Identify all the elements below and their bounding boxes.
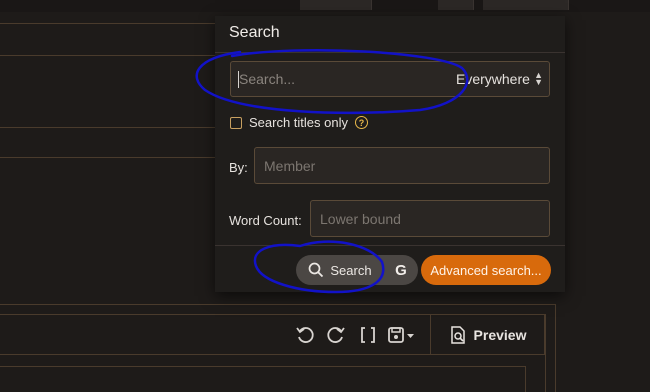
divider (0, 157, 215, 158)
editor-toolbar-border (0, 354, 545, 355)
undo-icon[interactable] (293, 322, 317, 348)
divider (215, 245, 565, 246)
titles-only-option[interactable]: Search titles only ? (230, 115, 368, 130)
search-dropdown: Search Search... Everywhere ▲ ▼ Search ti… (215, 16, 565, 292)
top-toolbar-tab[interactable] (438, 0, 474, 10)
toggle-bbcode-icon[interactable] (356, 322, 380, 348)
advanced-search-label: Advanced search... (430, 262, 542, 278)
editor-toolbar-border (545, 314, 546, 392)
word-count-label: Word Count: (229, 213, 302, 228)
advanced-search-button[interactable]: Advanced search... (421, 255, 551, 285)
preview-button[interactable]: Preview (430, 315, 545, 354)
search-scope-select[interactable]: Everywhere ▲ ▼ (446, 62, 549, 96)
by-label: By: (229, 160, 248, 175)
member-field[interactable]: Member (254, 147, 550, 184)
top-toolbar-tab[interactable] (483, 0, 569, 10)
preview-icon (450, 325, 465, 344)
search-input-placeholder: Search... (239, 71, 296, 87)
editor-content-border (0, 366, 525, 367)
divider (555, 304, 556, 392)
search-input[interactable]: Search... Everywhere ▲ ▼ (230, 61, 550, 97)
google-search-button[interactable]: G (384, 255, 418, 285)
editor-content-border (525, 366, 526, 392)
divider (0, 55, 215, 56)
top-toolbar-tab[interactable] (300, 0, 372, 10)
titles-only-checkbox[interactable] (230, 116, 242, 129)
word-count-lower-field[interactable]: Lower bound (310, 200, 550, 237)
redo-icon[interactable] (324, 322, 348, 348)
drafts-menu-icon[interactable] (386, 322, 418, 348)
preview-label: Preview (473, 326, 527, 343)
search-button-label: Search (330, 262, 372, 278)
search-scope-value: Everywhere (456, 71, 530, 87)
text-cursor (238, 71, 239, 88)
divider (0, 304, 555, 305)
select-arrows-icon: ▲ ▼ (534, 70, 543, 87)
member-placeholder: Member (264, 157, 316, 174)
divider (215, 52, 565, 53)
search-icon (309, 262, 324, 278)
lower-bound-placeholder: Lower bound (320, 210, 401, 227)
titles-only-label: Search titles only (249, 115, 348, 130)
search-panel-title: Search (229, 24, 280, 41)
google-icon: G (395, 261, 407, 279)
help-icon[interactable]: ? (355, 116, 368, 129)
divider (0, 23, 215, 24)
divider (0, 127, 215, 128)
